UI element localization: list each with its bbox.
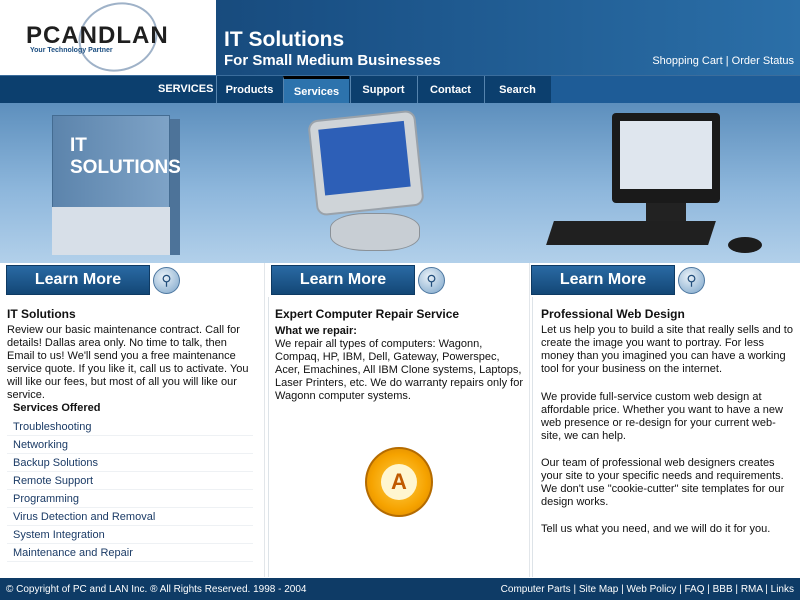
shopping-cart-link[interactable]: Shopping Cart bbox=[652, 55, 722, 67]
header: PCANDLAN Your Technology Partner IT Solu… bbox=[0, 0, 800, 82]
it-solutions-column: IT Solutions Review our basic maintenanc… bbox=[0, 297, 262, 577]
repair-column: Expert Computer Repair Service What we r… bbox=[268, 297, 528, 577]
column-paragraph: Tell us what you need, and we will do it… bbox=[541, 523, 771, 535]
nav-search[interactable]: Search bbox=[484, 76, 550, 104]
nav-filler bbox=[551, 76, 800, 104]
main-nav: SERVICES Products Services Support Conta… bbox=[0, 75, 800, 104]
column-paragraph: Let us help you to build a site that rea… bbox=[541, 324, 793, 375]
service-link-programming[interactable]: Programming bbox=[7, 490, 253, 508]
service-link-troubleshooting[interactable]: Troubleshooting bbox=[7, 418, 253, 436]
site-subtitle: For Small Medium Businesses bbox=[224, 52, 441, 69]
nav-support[interactable]: Support bbox=[350, 76, 416, 104]
column-paragraph: Our team of professional web designers c… bbox=[541, 457, 785, 508]
keyboard-image bbox=[546, 221, 716, 245]
magnifier-icon[interactable]: ⚲ bbox=[678, 267, 705, 294]
logo[interactable]: PCANDLAN Your Technology Partner bbox=[0, 0, 216, 82]
nav-contact[interactable]: Contact bbox=[417, 76, 483, 104]
services-offered-heading: Services Offered bbox=[13, 402, 101, 414]
column-body: Review our basic maintenance contract. C… bbox=[7, 324, 249, 401]
magnifier-icon[interactable]: ⚲ bbox=[153, 267, 180, 294]
badge-letter: A bbox=[381, 464, 417, 500]
footer-link-rma[interactable]: RMA bbox=[741, 584, 763, 595]
learn-more-button-web-design[interactable]: Learn More bbox=[531, 265, 675, 295]
copyright-text: © Copyright of PC and LAN Inc. ® All Rig… bbox=[6, 584, 307, 595]
quality-network-badge-icon[interactable]: A bbox=[365, 447, 433, 517]
crt-monitor-image bbox=[307, 109, 425, 217]
services-list: Troubleshooting Networking Backup Soluti… bbox=[7, 418, 253, 562]
learn-more-button-repair[interactable]: Learn More bbox=[271, 265, 415, 295]
service-link-virus-detection[interactable]: Virus Detection and Removal bbox=[7, 508, 253, 526]
footer-links: Computer Parts | Site Map | Web Policy |… bbox=[500, 584, 794, 595]
footer: © Copyright of PC and LAN Inc. ® All Rig… bbox=[0, 578, 800, 600]
column-title: Professional Web Design bbox=[541, 307, 685, 321]
service-link-backup-solutions[interactable]: Backup Solutions bbox=[7, 454, 253, 472]
service-link-system-integration[interactable]: System Integration bbox=[7, 526, 253, 544]
nav-services[interactable]: Services bbox=[283, 76, 349, 104]
order-status-link[interactable]: Order Status bbox=[732, 55, 794, 67]
site-title: IT Solutions bbox=[224, 28, 345, 51]
crt-stand-image bbox=[330, 213, 420, 251]
footer-link-bbb[interactable]: BBB bbox=[713, 584, 733, 595]
column-divider bbox=[264, 263, 265, 577]
column-paragraph: We provide full-service custom web desig… bbox=[541, 391, 783, 442]
column-title: Expert Computer Repair Service bbox=[275, 307, 460, 321]
footer-link-web-policy[interactable]: Web Policy bbox=[626, 584, 676, 595]
service-link-networking[interactable]: Networking bbox=[7, 436, 253, 454]
logo-tagline: Your Technology Partner bbox=[30, 47, 113, 54]
learn-more-row: Learn More ⚲ Learn More ⚲ Learn More ⚲ bbox=[0, 263, 800, 297]
footer-link-links[interactable]: Links bbox=[771, 584, 794, 595]
it-solutions-box-image: IT SOLUTIONS bbox=[52, 115, 181, 255]
footer-link-faq[interactable]: FAQ bbox=[684, 584, 704, 595]
box-label: IT SOLUTIONS bbox=[70, 135, 181, 178]
service-link-remote-support[interactable]: Remote Support bbox=[7, 472, 253, 490]
header-links: Shopping Cart | Order Status bbox=[652, 55, 794, 67]
column-body: We repair all types of computers: Wagonn… bbox=[275, 338, 524, 402]
nav-products[interactable]: Products bbox=[216, 76, 282, 104]
mouse-image bbox=[728, 237, 762, 253]
service-link-maintenance-repair[interactable]: Maintenance and Repair bbox=[7, 544, 253, 562]
nav-section-label: SERVICES bbox=[158, 83, 214, 95]
column-title: IT Solutions bbox=[7, 307, 76, 321]
footer-link-site-map[interactable]: Site Map bbox=[579, 584, 618, 595]
learn-more-button-it-solutions[interactable]: Learn More bbox=[6, 265, 150, 295]
magnifier-icon[interactable]: ⚲ bbox=[418, 267, 445, 294]
web-design-column: Professional Web Design Let us help you … bbox=[532, 297, 800, 577]
footer-link-computer-parts[interactable]: Computer Parts bbox=[501, 584, 571, 595]
what-we-repair-heading: What we repair: bbox=[275, 325, 357, 337]
banner: IT SOLUTIONS bbox=[0, 103, 800, 263]
logo-text: PCANDLAN bbox=[26, 22, 169, 49]
column-divider bbox=[529, 263, 530, 577]
lcd-monitor-image bbox=[612, 113, 720, 203]
